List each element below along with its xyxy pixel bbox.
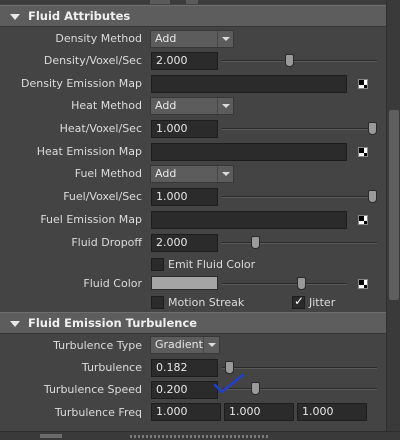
dropdown-value: Add	[155, 32, 177, 45]
fluid-color-label: Fluid Color	[83, 277, 142, 290]
resize-grip-icon[interactable]	[130, 435, 270, 438]
section-title: Fluid Attributes	[28, 9, 131, 23]
fuel-voxel-sec-slider-track[interactable]	[222, 196, 377, 198]
dropdown-value: Add	[155, 167, 177, 180]
turbulence-freq-label: Turbulence Freq	[54, 406, 142, 419]
fluid-color-swatch[interactable]	[151, 276, 218, 290]
density-method-label: Density Method	[55, 32, 142, 45]
density-voxel-sec-slider-track[interactable]	[222, 60, 377, 62]
next-section-edge	[40, 434, 62, 438]
heat-voxel-sec-field[interactable]: 1.000	[151, 120, 218, 138]
collapsed-section-edge	[0, 0, 386, 4]
attribute-editor-panel: Fluid Attributes Density Method Add Dens…	[0, 0, 386, 440]
scrollbar-thumb[interactable]	[389, 110, 399, 300]
fuel-voxel-sec-field[interactable]: 1.000	[151, 188, 218, 206]
heat-voxel-sec-label: Heat/Voxel/Sec	[59, 122, 142, 135]
fluid-dropoff-slider-track[interactable]	[222, 242, 377, 244]
turbulence-type-dropdown[interactable]: Gradient	[150, 336, 220, 354]
density-emission-map-field[interactable]	[151, 75, 347, 93]
fuel-emission-map-field[interactable]	[151, 211, 347, 229]
turbulence-speed-slider-handle[interactable]	[251, 382, 261, 395]
turbulence-freq-z-field[interactable]: 1.000	[297, 403, 367, 421]
blue-checkmark-icon	[213, 373, 245, 394]
checker-map-icon[interactable]	[358, 215, 368, 225]
turbulence-freq-x-field[interactable]: 1.000	[151, 403, 221, 421]
chevron-down-icon	[217, 31, 233, 47]
density-emission-map-label: Density Emission Map	[21, 77, 142, 90]
turbulence-type-label: Turbulence Type	[53, 339, 142, 352]
heat-voxel-sec-slider-track[interactable]	[222, 128, 377, 130]
section-header-fluid-attributes[interactable]: Fluid Attributes	[0, 5, 386, 27]
fuel-emission-map-label: Fuel Emission Map	[40, 213, 142, 226]
turbulence-freq-y-field[interactable]: 1.000	[224, 403, 294, 421]
jitter-checkbox[interactable]	[292, 294, 305, 309]
chevron-down-icon	[217, 98, 233, 114]
checker-map-icon[interactable]	[358, 147, 368, 157]
fluid-dropoff-slider-handle[interactable]	[251, 236, 261, 249]
fuel-voxel-sec-slider-handle[interactable]	[368, 190, 377, 203]
density-voxel-sec-field[interactable]: 2.000	[151, 52, 218, 70]
heat-method-label: Heat Method	[71, 99, 142, 112]
fuel-method-dropdown[interactable]: Add	[150, 165, 234, 183]
checker-map-icon[interactable]	[358, 79, 368, 89]
emit-fluid-color-checkbox[interactable]	[151, 258, 164, 271]
bottom-resize-bar[interactable]	[0, 431, 400, 440]
jitter-label: Jitter	[309, 296, 336, 309]
density-voxel-sec-slider-handle[interactable]	[284, 54, 294, 67]
fluid-dropoff-field[interactable]: 2.000	[151, 234, 218, 252]
triangle-down-icon[interactable]	[10, 14, 20, 20]
chevron-down-icon	[217, 166, 233, 182]
heat-method-dropdown[interactable]: Add	[150, 97, 234, 115]
section-header-fluid-emission-turbulence[interactable]: Fluid Emission Turbulence	[0, 312, 386, 334]
heat-emission-map-field[interactable]	[151, 143, 347, 161]
triangle-down-icon[interactable]	[10, 321, 20, 327]
heat-voxel-sec-slider-handle[interactable]	[368, 122, 377, 135]
fluid-color-slider-handle[interactable]	[297, 277, 307, 290]
turbulence-label: Turbulence	[81, 361, 142, 374]
density-method-dropdown[interactable]: Add	[150, 30, 234, 48]
motion-streak-label: Motion Streak	[168, 296, 245, 309]
section-title: Fluid Emission Turbulence	[28, 316, 198, 330]
fuel-method-label: Fuel Method	[74, 167, 142, 180]
checker-map-icon[interactable]	[358, 279, 368, 289]
dropdown-value: Gradient	[155, 338, 203, 351]
turbulence-speed-field[interactable]: 0.200	[151, 381, 218, 399]
emit-fluid-color-label: Emit Fluid Color	[168, 258, 256, 271]
heat-emission-map-label: Heat Emission Map	[36, 145, 142, 158]
fluid-color-slider-track[interactable]	[222, 283, 347, 285]
fuel-voxel-sec-label: Fuel/Voxel/Sec	[63, 190, 142, 203]
vertical-scrollbar[interactable]	[386, 0, 400, 440]
turbulence-speed-label: Turbulence Speed	[43, 383, 142, 396]
dropdown-value: Add	[155, 99, 177, 112]
fluid-dropoff-label: Fluid Dropoff	[71, 236, 142, 249]
motion-streak-checkbox[interactable]	[151, 296, 164, 309]
density-voxel-sec-label: Density/Voxel/Sec	[43, 54, 142, 67]
chevron-down-icon	[203, 337, 219, 353]
turbulence-slider-track[interactable]	[222, 367, 377, 369]
turbulence-field[interactable]: 0.182	[151, 359, 218, 377]
